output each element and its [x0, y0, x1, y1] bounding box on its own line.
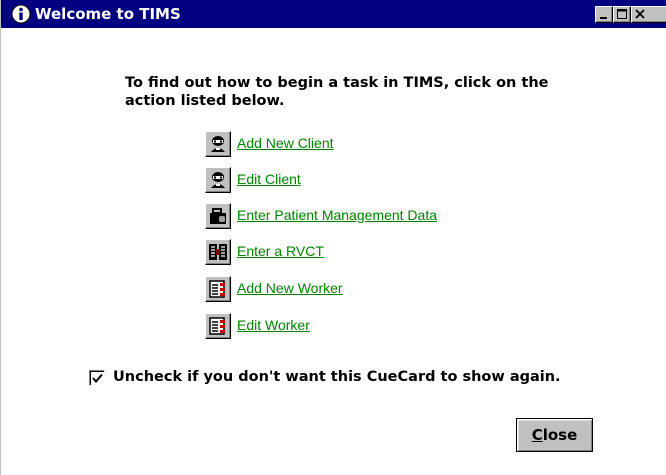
welcome-dialog: Welcome to TIMS To find out how to begin…: [0, 0, 666, 475]
minimize-icon: [600, 17, 607, 19]
window-title: Welcome to TIMS: [35, 5, 181, 23]
close-icon: [635, 9, 645, 19]
checkmark-icon: [92, 373, 103, 384]
action-label[interactable]: Add New Client: [237, 135, 334, 151]
show-again-label[interactable]: Uncheck if you don't want this CueCard t…: [113, 369, 561, 385]
patient-management-icon[interactable]: [205, 203, 231, 229]
info-icon: [11, 4, 31, 24]
maximize-icon: [617, 9, 627, 19]
close-button-label: lose: [542, 426, 578, 444]
worker-list-icon[interactable]: [205, 276, 231, 302]
worker-list-icon[interactable]: [205, 313, 231, 339]
client-person-icon[interactable]: [205, 167, 231, 193]
title-bar[interactable]: Welcome to TIMS: [1, 0, 666, 28]
action-label[interactable]: Edit Client: [237, 171, 301, 187]
close-button[interactable]: Close: [516, 418, 593, 452]
close-window-button[interactable]: [631, 6, 666, 23]
show-again-checkbox[interactable]: [89, 370, 105, 386]
close-button-accelerator: C: [531, 426, 543, 444]
minimize-button[interactable]: [595, 6, 613, 23]
action-label[interactable]: Edit Worker: [237, 317, 310, 333]
instructions-text: To find out how to begin a task in TIMS,…: [125, 75, 549, 109]
action-label[interactable]: Enter Patient Management Data: [237, 207, 437, 223]
action-label[interactable]: Add New Worker: [237, 280, 343, 296]
action-label[interactable]: Enter a RVCT: [237, 243, 324, 259]
maximize-button[interactable]: [613, 6, 631, 23]
client-person-icon[interactable]: [205, 131, 231, 157]
rvct-form-icon[interactable]: [205, 239, 231, 265]
